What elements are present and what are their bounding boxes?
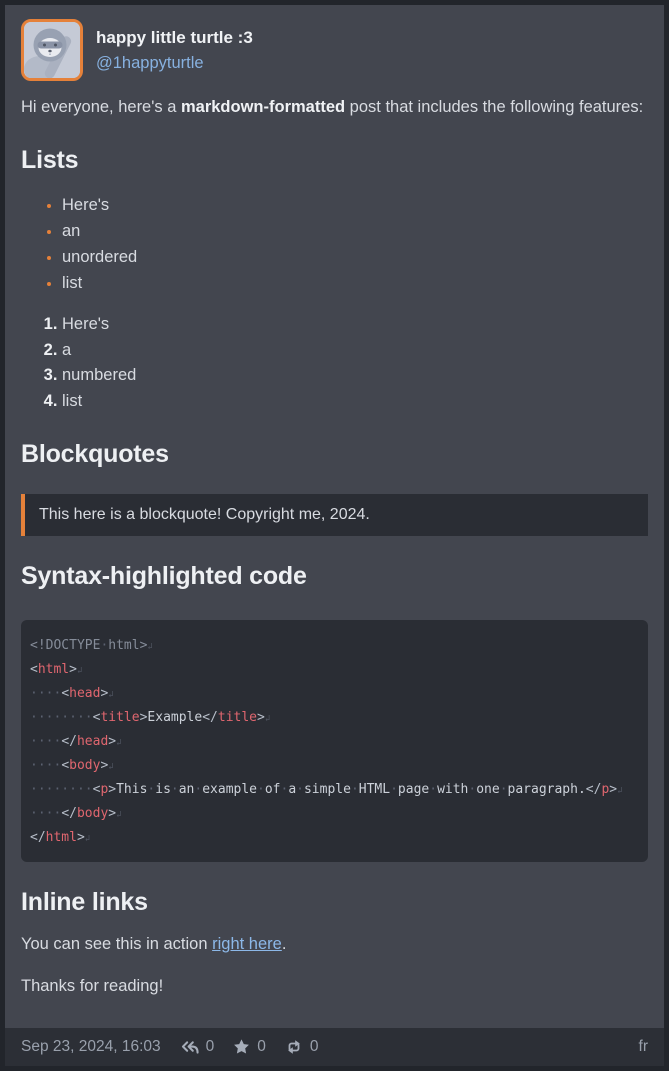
- link-paragraph-text: You can see this in action: [21, 935, 212, 953]
- reply-count: 0: [206, 1038, 215, 1056]
- heading-inline-links: Inline links: [21, 886, 648, 918]
- code-block: <!DOCTYPE·html>↲<html>↲····<head>↲······…: [21, 620, 648, 862]
- code-line: <!DOCTYPE·html>↲: [30, 634, 639, 658]
- intro-text-tail: post that includes the following feature…: [345, 98, 643, 116]
- code-line: ········<p>This·is·an·example·of·a·simpl…: [30, 778, 639, 802]
- link-paragraph-tail: .: [282, 935, 287, 953]
- list-item: an: [62, 218, 648, 244]
- reply-icon: [180, 1040, 199, 1055]
- unordered-list: Here'sanunorderedlist: [21, 192, 648, 296]
- boost-count: 0: [310, 1038, 319, 1056]
- code-line: ····<body>↲: [30, 754, 639, 778]
- post-footer: Sep 23, 2024, 16:03 0 0: [5, 1028, 664, 1066]
- blockquote: This here is a blockquote! Copyright me,…: [21, 494, 648, 536]
- code-line: ····</body>↲: [30, 802, 639, 826]
- link-paragraph: You can see this in action right here.: [21, 931, 648, 957]
- heading-blockquotes: Blockquotes: [21, 438, 648, 470]
- language-tag: fr: [639, 1038, 648, 1056]
- post-content: Hi everyone, here's a markdown-formatted…: [5, 81, 664, 999]
- code-line: ····<head>↲: [30, 682, 639, 706]
- boost-stat[interactable]: 0: [285, 1038, 319, 1056]
- list-item: Here's: [62, 312, 648, 338]
- list-item: numbered: [62, 363, 648, 389]
- code-line: <html>↲: [30, 658, 639, 682]
- code-line: </html>↲: [30, 826, 639, 850]
- display-name: happy little turtle :3: [96, 25, 253, 51]
- heading-code: Syntax-highlighted code: [21, 560, 648, 592]
- code-line: ········<title>Example</title>↲: [30, 706, 639, 730]
- reply-stat[interactable]: 0: [180, 1038, 215, 1056]
- intro-bold-text: markdown-formatted: [181, 98, 345, 116]
- heading-lists: Lists: [21, 144, 648, 176]
- list-item: Here's: [62, 192, 648, 218]
- intro-text: Hi everyone, here's a: [21, 98, 181, 116]
- avatar[interactable]: [21, 19, 83, 81]
- favourite-stat[interactable]: 0: [233, 1038, 266, 1056]
- list-item: list: [62, 389, 648, 415]
- author-names: happy little turtle :3 @1happyturtle: [96, 19, 253, 77]
- intro-paragraph: Hi everyone, here's a markdown-formatted…: [21, 94, 648, 120]
- list-item: a: [62, 338, 648, 364]
- ordered-list: Here'sanumberedlist: [21, 312, 648, 414]
- star-icon: [233, 1039, 250, 1055]
- post-header: happy little turtle :3 @1happyturtle: [5, 5, 664, 81]
- list-item: unordered: [62, 244, 648, 270]
- boost-icon: [285, 1039, 303, 1055]
- list-item: list: [62, 270, 648, 296]
- right-here-link[interactable]: right here: [212, 935, 282, 953]
- timestamp: Sep 23, 2024, 16:03: [21, 1038, 161, 1056]
- code-line: ····</head>↲: [30, 730, 639, 754]
- favourite-count: 0: [257, 1038, 266, 1056]
- post-card: happy little turtle :3 @1happyturtle Hi …: [5, 5, 664, 1066]
- outro-paragraph: Thanks for reading!: [21, 973, 648, 999]
- user-handle[interactable]: @1happyturtle: [96, 51, 253, 77]
- sloth-avatar-icon: [24, 22, 80, 78]
